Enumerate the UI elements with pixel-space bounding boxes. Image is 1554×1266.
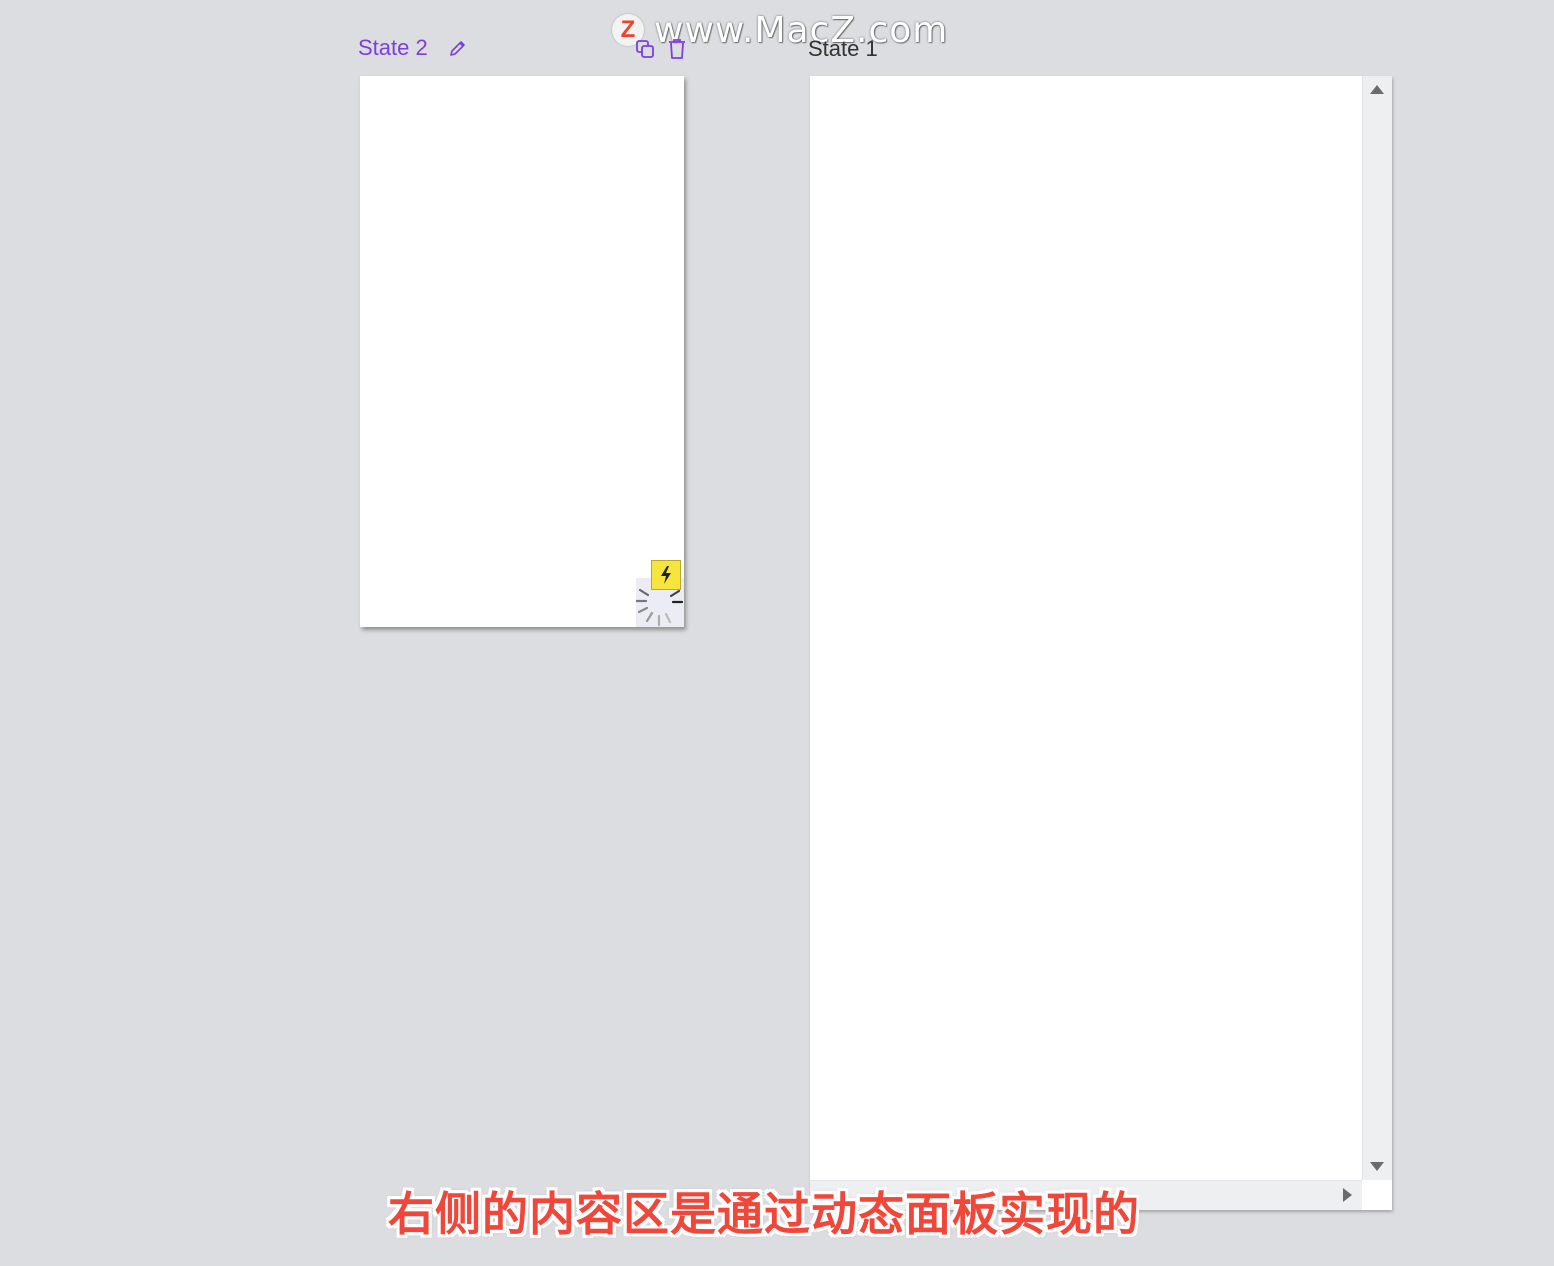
watermark-text: www.MacZ.com — [654, 9, 949, 51]
lightning-icon[interactable] — [651, 560, 681, 590]
scroll-right-arrow-icon[interactable] — [1343, 1188, 1352, 1202]
scrollbar-corner — [1362, 1180, 1392, 1210]
scroll-down-arrow-icon[interactable] — [1370, 1162, 1384, 1171]
video-subtitle: 右侧的内容区是通过动态面板实现的 — [388, 1187, 1140, 1241]
scroll-up-arrow-icon[interactable] — [1370, 85, 1384, 94]
duplicate-icon[interactable] — [634, 38, 656, 60]
vertical-scrollbar[interactable] — [1362, 76, 1392, 1180]
trash-icon[interactable] — [667, 38, 687, 60]
pencil-icon[interactable] — [448, 38, 468, 58]
state1-title[interactable]: State 1 — [808, 36, 878, 62]
state2-panel[interactable] — [360, 76, 684, 627]
state2-title[interactable]: State 2 — [358, 35, 428, 61]
state1-panel[interactable] — [810, 76, 1392, 1210]
watermark: Z www.MacZ.com — [612, 9, 949, 51]
